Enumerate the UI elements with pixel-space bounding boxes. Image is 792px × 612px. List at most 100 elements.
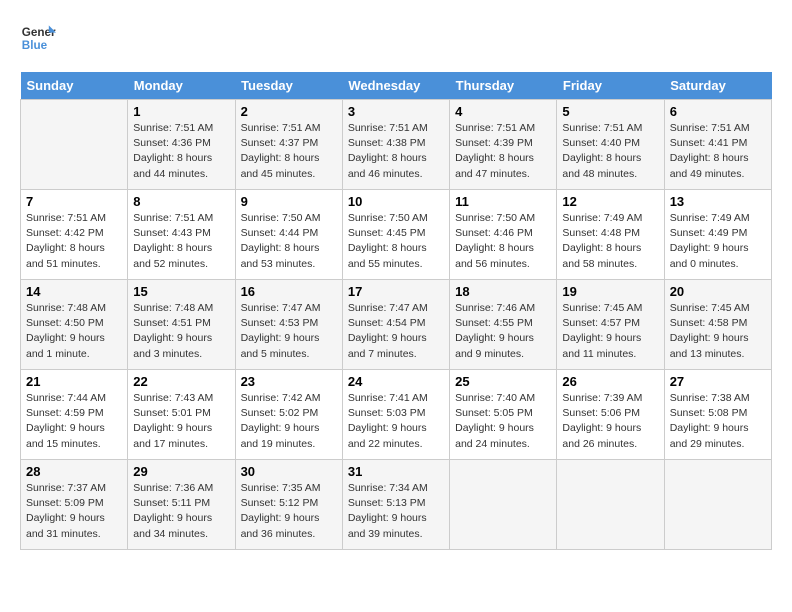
calendar-cell: 11 Sunrise: 7:50 AM Sunset: 4:46 PM Dayli… [450, 190, 557, 280]
day-info: Sunrise: 7:34 AM Sunset: 5:13 PM Dayligh… [348, 481, 444, 542]
calendar-cell: 21 Sunrise: 7:44 AM Sunset: 4:59 PM Dayli… [21, 370, 128, 460]
day-number: 29 [133, 464, 229, 479]
calendar-body: 1Sunrise: 7:51 AM Sunset: 4:36 PM Daylig… [21, 100, 772, 550]
day-number: 9 [241, 194, 337, 209]
day-info: Sunrise: 7:50 AM Sunset: 4:46 PM Dayligh… [455, 211, 551, 272]
day-number: 26 [562, 374, 658, 389]
day-info: Sunrise: 7:42 AM Sunset: 5:02 PM Dayligh… [241, 391, 337, 452]
calendar-week-row: 28Sunrise: 7:37 AM Sunset: 5:09 PM Dayli… [21, 460, 772, 550]
logo-icon: General Blue [20, 20, 56, 56]
weekday-header: Tuesday [235, 72, 342, 100]
day-info: Sunrise: 7:51 AM Sunset: 4:40 PM Dayligh… [562, 121, 658, 182]
day-info: Sunrise: 7:47 AM Sunset: 4:53 PM Dayligh… [241, 301, 337, 362]
day-number: 21 [26, 374, 122, 389]
day-number: 31 [348, 464, 444, 479]
day-number: 25 [455, 374, 551, 389]
calendar-cell: 27Sunrise: 7:38 AM Sunset: 5:08 PM Dayli… [664, 370, 771, 460]
weekday-row: SundayMondayTuesdayWednesdayThursdayFrid… [21, 72, 772, 100]
calendar-cell: 17 Sunrise: 7:47 AM Sunset: 4:54 PM Dayli… [342, 280, 449, 370]
calendar-header: SundayMondayTuesdayWednesdayThursdayFrid… [21, 72, 772, 100]
calendar-cell: 18 Sunrise: 7:46 AM Sunset: 4:55 PM Dayli… [450, 280, 557, 370]
calendar-cell [557, 460, 664, 550]
calendar-cell: 24Sunrise: 7:41 AM Sunset: 5:03 PM Dayli… [342, 370, 449, 460]
calendar-cell: 12 Sunrise: 7:49 AM Sunset: 4:48 PM Dayli… [557, 190, 664, 280]
calendar-week-row: 21 Sunrise: 7:44 AM Sunset: 4:59 PM Dayli… [21, 370, 772, 460]
day-info: Sunrise: 7:39 AM Sunset: 5:06 PM Dayligh… [562, 391, 658, 452]
day-info: Sunrise: 7:51 AM Sunset: 4:43 PM Dayligh… [133, 211, 229, 272]
day-info: Sunrise: 7:51 AM Sunset: 4:37 PM Dayligh… [241, 121, 337, 182]
calendar-table: SundayMondayTuesdayWednesdayThursdayFrid… [20, 72, 772, 550]
calendar-cell: 19 Sunrise: 7:45 AM Sunset: 4:57 PM Dayli… [557, 280, 664, 370]
logo: General Blue [20, 20, 60, 56]
weekday-header: Sunday [21, 72, 128, 100]
calendar-cell: 31 Sunrise: 7:34 AM Sunset: 5:13 PM Dayli… [342, 460, 449, 550]
calendar-cell: 3 Sunrise: 7:51 AM Sunset: 4:38 PM Daylig… [342, 100, 449, 190]
day-number: 12 [562, 194, 658, 209]
day-info: Sunrise: 7:47 AM Sunset: 4:54 PM Dayligh… [348, 301, 444, 362]
calendar-cell: 9 Sunrise: 7:50 AM Sunset: 4:44 PM Daylig… [235, 190, 342, 280]
svg-text:Blue: Blue [22, 39, 48, 52]
day-info: Sunrise: 7:46 AM Sunset: 4:55 PM Dayligh… [455, 301, 551, 362]
day-number: 19 [562, 284, 658, 299]
day-info: Sunrise: 7:48 AM Sunset: 4:50 PM Dayligh… [26, 301, 122, 362]
calendar-cell: 28Sunrise: 7:37 AM Sunset: 5:09 PM Dayli… [21, 460, 128, 550]
day-info: Sunrise: 7:41 AM Sunset: 5:03 PM Dayligh… [348, 391, 444, 452]
calendar-cell: 1Sunrise: 7:51 AM Sunset: 4:36 PM Daylig… [128, 100, 235, 190]
weekday-header: Monday [128, 72, 235, 100]
day-number: 18 [455, 284, 551, 299]
calendar-cell: 29 Sunrise: 7:36 AM Sunset: 5:11 PM Dayli… [128, 460, 235, 550]
day-number: 10 [348, 194, 444, 209]
calendar-cell: 7 Sunrise: 7:51 AM Sunset: 4:42 PM Daylig… [21, 190, 128, 280]
day-number: 6 [670, 104, 766, 119]
calendar-week-row: 7 Sunrise: 7:51 AM Sunset: 4:42 PM Daylig… [21, 190, 772, 280]
calendar-cell: 8 Sunrise: 7:51 AM Sunset: 4:43 PM Daylig… [128, 190, 235, 280]
day-number: 17 [348, 284, 444, 299]
calendar-cell [450, 460, 557, 550]
day-number: 5 [562, 104, 658, 119]
day-info: Sunrise: 7:45 AM Sunset: 4:58 PM Dayligh… [670, 301, 766, 362]
calendar-cell: 10 Sunrise: 7:50 AM Sunset: 4:45 PM Dayli… [342, 190, 449, 280]
day-info: Sunrise: 7:36 AM Sunset: 5:11 PM Dayligh… [133, 481, 229, 542]
weekday-header: Saturday [664, 72, 771, 100]
calendar-week-row: 14 Sunrise: 7:48 AM Sunset: 4:50 PM Dayli… [21, 280, 772, 370]
day-info: Sunrise: 7:37 AM Sunset: 5:09 PM Dayligh… [26, 481, 122, 542]
day-info: Sunrise: 7:43 AM Sunset: 5:01 PM Dayligh… [133, 391, 229, 452]
calendar-cell: 20 Sunrise: 7:45 AM Sunset: 4:58 PM Dayli… [664, 280, 771, 370]
page-header: General Blue [20, 20, 772, 56]
calendar-cell: 22 Sunrise: 7:43 AM Sunset: 5:01 PM Dayli… [128, 370, 235, 460]
day-number: 30 [241, 464, 337, 479]
day-number: 15 [133, 284, 229, 299]
day-number: 13 [670, 194, 766, 209]
day-info: Sunrise: 7:51 AM Sunset: 4:38 PM Dayligh… [348, 121, 444, 182]
calendar-cell: 13Sunrise: 7:49 AM Sunset: 4:49 PM Dayli… [664, 190, 771, 280]
day-info: Sunrise: 7:44 AM Sunset: 4:59 PM Dayligh… [26, 391, 122, 452]
weekday-header: Friday [557, 72, 664, 100]
day-info: Sunrise: 7:50 AM Sunset: 4:44 PM Dayligh… [241, 211, 337, 272]
day-number: 7 [26, 194, 122, 209]
day-info: Sunrise: 7:49 AM Sunset: 4:48 PM Dayligh… [562, 211, 658, 272]
calendar-cell: 4 Sunrise: 7:51 AM Sunset: 4:39 PM Daylig… [450, 100, 557, 190]
day-number: 20 [670, 284, 766, 299]
day-info: Sunrise: 7:45 AM Sunset: 4:57 PM Dayligh… [562, 301, 658, 362]
calendar-cell: 6Sunrise: 7:51 AM Sunset: 4:41 PM Daylig… [664, 100, 771, 190]
calendar-cell: 5 Sunrise: 7:51 AM Sunset: 4:40 PM Daylig… [557, 100, 664, 190]
day-number: 14 [26, 284, 122, 299]
day-info: Sunrise: 7:51 AM Sunset: 4:36 PM Dayligh… [133, 121, 229, 182]
day-number: 22 [133, 374, 229, 389]
day-number: 16 [241, 284, 337, 299]
day-info: Sunrise: 7:51 AM Sunset: 4:42 PM Dayligh… [26, 211, 122, 272]
weekday-header: Wednesday [342, 72, 449, 100]
day-number: 8 [133, 194, 229, 209]
day-info: Sunrise: 7:48 AM Sunset: 4:51 PM Dayligh… [133, 301, 229, 362]
day-info: Sunrise: 7:51 AM Sunset: 4:39 PM Dayligh… [455, 121, 551, 182]
day-number: 2 [241, 104, 337, 119]
day-info: Sunrise: 7:38 AM Sunset: 5:08 PM Dayligh… [670, 391, 766, 452]
day-info: Sunrise: 7:50 AM Sunset: 4:45 PM Dayligh… [348, 211, 444, 272]
day-info: Sunrise: 7:35 AM Sunset: 5:12 PM Dayligh… [241, 481, 337, 542]
day-number: 11 [455, 194, 551, 209]
calendar-cell: 14 Sunrise: 7:48 AM Sunset: 4:50 PM Dayli… [21, 280, 128, 370]
calendar-cell: 16 Sunrise: 7:47 AM Sunset: 4:53 PM Dayli… [235, 280, 342, 370]
day-number: 3 [348, 104, 444, 119]
day-number: 4 [455, 104, 551, 119]
calendar-cell [664, 460, 771, 550]
